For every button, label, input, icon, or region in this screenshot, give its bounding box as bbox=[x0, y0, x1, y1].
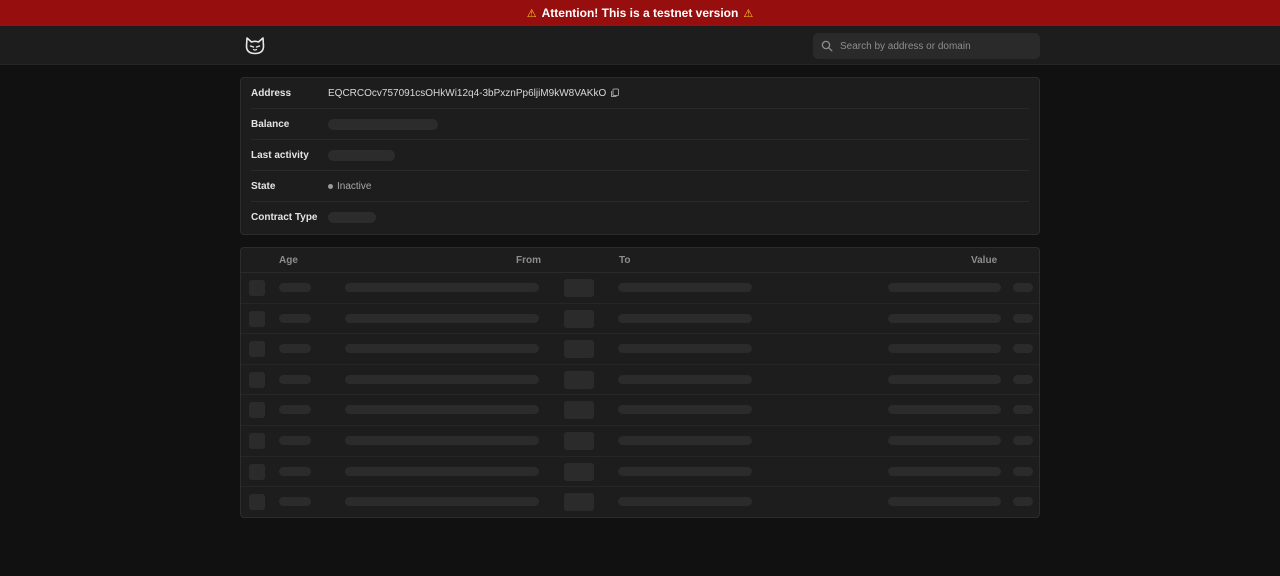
from-skeleton bbox=[345, 283, 539, 292]
age-skeleton bbox=[279, 436, 311, 445]
top-header bbox=[0, 26, 1280, 65]
table-row bbox=[241, 273, 1039, 304]
direction-skeleton bbox=[564, 309, 594, 328]
balance-skeleton bbox=[328, 118, 438, 130]
account-info-card: Address EQCRCOcv757091csOHkWi12q4-3bPxzn… bbox=[240, 77, 1040, 235]
from-skeleton bbox=[345, 313, 539, 323]
table-row bbox=[241, 365, 1039, 396]
from-skeleton bbox=[345, 466, 539, 476]
state-dot-icon bbox=[328, 183, 333, 189]
fee-skeleton bbox=[1013, 374, 1033, 384]
state-text: Inactive bbox=[337, 180, 372, 192]
fee-skeleton bbox=[1013, 283, 1033, 292]
direction-skeleton bbox=[564, 279, 594, 297]
value-skeleton bbox=[888, 344, 1001, 354]
age-skeleton bbox=[279, 344, 311, 354]
value-skeleton bbox=[888, 313, 1001, 323]
table-row bbox=[241, 395, 1039, 426]
value-skeleton bbox=[888, 466, 1001, 476]
search-box[interactable] bbox=[813, 33, 1040, 59]
row-icon-skeleton bbox=[249, 310, 265, 327]
contract-type-row: Contract Type bbox=[251, 202, 1029, 233]
fee-skeleton bbox=[1013, 313, 1033, 323]
fee-skeleton bbox=[1013, 344, 1033, 354]
to-skeleton bbox=[618, 405, 752, 415]
direction-skeleton bbox=[564, 340, 594, 359]
from-skeleton bbox=[345, 344, 539, 354]
table-header: Age From To Value bbox=[241, 248, 1039, 273]
search-icon bbox=[821, 40, 833, 52]
direction-skeleton bbox=[564, 462, 594, 481]
state-value: Inactive bbox=[328, 181, 371, 192]
row-icon-skeleton bbox=[249, 280, 265, 296]
age-skeleton bbox=[279, 313, 311, 323]
table-row bbox=[241, 334, 1039, 365]
column-value: Value bbox=[971, 255, 998, 266]
from-skeleton bbox=[345, 497, 539, 507]
to-skeleton bbox=[618, 466, 752, 476]
to-skeleton bbox=[618, 344, 752, 354]
row-icon-skeleton bbox=[249, 371, 265, 388]
copy-icon[interactable] bbox=[610, 88, 620, 98]
warning-icon: ⚠ bbox=[743, 7, 754, 20]
last-activity-label: Last activity bbox=[251, 149, 309, 161]
age-skeleton bbox=[279, 283, 311, 292]
to-skeleton bbox=[618, 436, 752, 445]
address-value[interactable]: EQCRCOcv757091csOHkWi12q4-3bPxznPp6ljiM9… bbox=[328, 88, 620, 99]
row-icon-skeleton bbox=[249, 341, 265, 358]
fee-skeleton bbox=[1013, 466, 1033, 476]
direction-skeleton bbox=[564, 370, 594, 389]
warning-icon: ⚠ bbox=[526, 7, 537, 20]
last-activity-skeleton bbox=[328, 149, 395, 161]
fee-skeleton bbox=[1013, 436, 1033, 445]
age-skeleton bbox=[279, 374, 311, 384]
to-skeleton bbox=[618, 374, 752, 384]
to-skeleton bbox=[618, 283, 752, 292]
from-skeleton bbox=[345, 374, 539, 384]
age-skeleton bbox=[279, 497, 311, 507]
banner-text: Attention! This is a testnet version bbox=[541, 6, 739, 20]
to-skeleton bbox=[618, 497, 752, 507]
fee-skeleton bbox=[1013, 497, 1033, 507]
value-skeleton bbox=[888, 405, 1001, 415]
fee-skeleton bbox=[1013, 405, 1033, 415]
testnet-banner: ⚠ Attention! This is a testnet version ⚠ bbox=[0, 0, 1280, 26]
direction-skeleton bbox=[564, 401, 594, 420]
from-skeleton bbox=[345, 436, 539, 445]
state-row: State Inactive bbox=[251, 171, 1029, 202]
contract-type-skeleton bbox=[328, 212, 376, 223]
address-row: Address EQCRCOcv757091csOHkWi12q4-3bPxzn… bbox=[251, 78, 1029, 109]
balance-label: Balance bbox=[251, 118, 290, 130]
address-text: EQCRCOcv757091csOHkWi12q4-3bPxznPp6ljiM9… bbox=[328, 87, 607, 99]
last-activity-row: Last activity bbox=[251, 140, 1029, 171]
value-skeleton bbox=[888, 374, 1001, 384]
table-row bbox=[241, 457, 1039, 488]
age-skeleton bbox=[279, 466, 311, 476]
age-skeleton bbox=[279, 405, 311, 415]
state-label: State bbox=[251, 180, 276, 192]
search-input[interactable] bbox=[840, 40, 1030, 52]
transactions-table: Age From To Value bbox=[240, 247, 1040, 518]
value-skeleton bbox=[888, 283, 1001, 292]
column-to: To bbox=[619, 255, 631, 266]
row-icon-skeleton bbox=[249, 402, 265, 419]
direction-skeleton bbox=[564, 432, 594, 450]
contract-type-label: Contract Type bbox=[251, 212, 318, 223]
value-skeleton bbox=[888, 436, 1001, 445]
row-icon-skeleton bbox=[249, 463, 265, 480]
value-skeleton bbox=[888, 497, 1001, 507]
to-skeleton bbox=[618, 313, 752, 323]
column-age: Age bbox=[279, 255, 298, 266]
from-skeleton bbox=[345, 405, 539, 415]
address-label: Address bbox=[251, 87, 292, 99]
balance-row: Balance bbox=[251, 109, 1029, 140]
table-row bbox=[241, 426, 1039, 457]
cat-face-icon[interactable] bbox=[245, 37, 265, 55]
table-row bbox=[241, 487, 1039, 518]
row-icon-skeleton bbox=[249, 433, 265, 449]
direction-skeleton bbox=[564, 493, 594, 512]
table-row bbox=[241, 304, 1039, 335]
column-from: From bbox=[516, 255, 541, 266]
row-icon-skeleton bbox=[249, 494, 265, 511]
